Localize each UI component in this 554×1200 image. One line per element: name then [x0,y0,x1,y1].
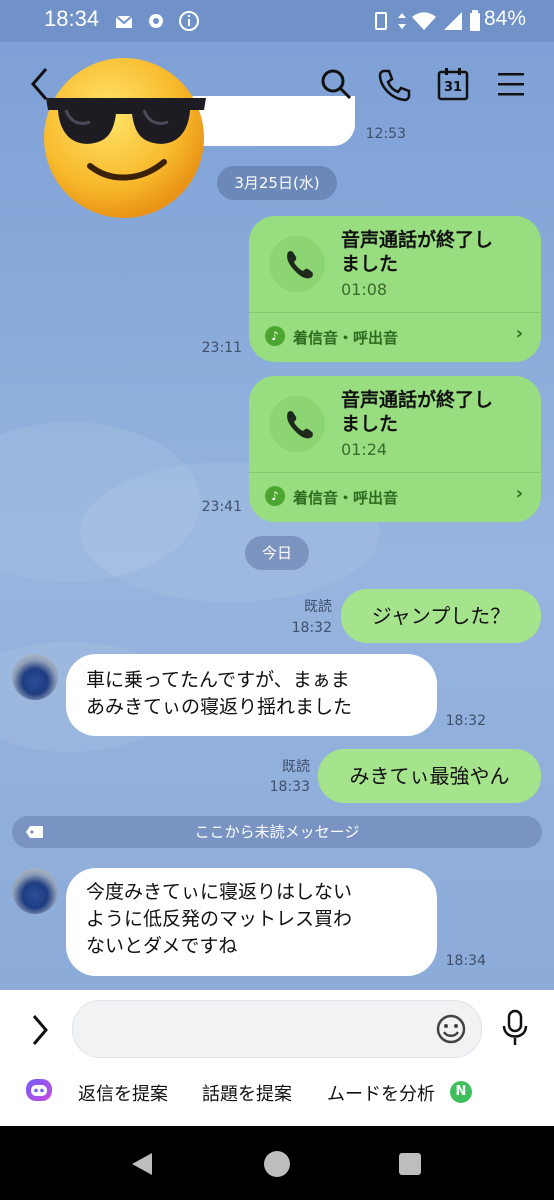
new-badge: N [450,1081,472,1103]
signal-icon [444,12,462,30]
unread-label: ここから未読メッセージ [194,823,360,841]
microphone-icon[interactable] [500,1008,530,1048]
music-note-icon: ♪ [265,326,285,346]
read-receipt: 既読 [304,599,332,615]
system-nav-bar [0,1126,554,1200]
message-time: 12:53 [365,126,406,142]
chevron-right-icon: › [515,483,523,504]
contact-avatar[interactable] [12,868,58,914]
emoji-smiley-icon[interactable] [435,1013,467,1045]
sent-message-bubble[interactable]: ジャンプした？ [341,589,541,643]
expand-chevron-icon[interactable] [28,1012,52,1048]
settings-gear-icon [149,14,163,28]
analyze-mood-button[interactable]: ムードを分析 [327,1080,435,1106]
call-duration: 01:08 [341,280,388,299]
contact-avatar[interactable] [12,654,58,700]
divider [249,472,541,473]
message-text-line: ように低反発のマットレス買わ [86,908,353,930]
ringtone-link[interactable]: 着信音・呼出音 [293,487,398,508]
message-input[interactable] [72,1000,482,1058]
mail-notification-icon [115,15,133,28]
nav-recents-icon[interactable] [396,1150,424,1178]
chevron-right-icon: › [515,323,523,344]
wifi-icon [412,12,436,30]
battery-icon [470,10,480,31]
received-message-bubble[interactable]: 車に乗ってたんですが、まぁま あみきてぃの寝返り揺れました [66,654,437,736]
call-icon[interactable] [376,66,412,102]
message-time: 23:11 [201,340,242,356]
received-message-bubble[interactable]: 今度みきてぃに寝返りはしない ように低反発のマットレス買わ ないとダメですね [66,868,437,976]
date-divider: 3月25日(水) [217,166,337,200]
ai-assistant-icon[interactable] [24,1076,54,1106]
call-title: 音声通話が終了しました [341,389,494,435]
read-receipt: 既読 [282,759,310,775]
status-time: 18:34 [44,6,100,31]
message-text-line: 今度みきてぃに寝返りはしない [86,881,353,903]
call-icon-circle [269,396,325,452]
input-bar: 返信を提案 話題を提案 ムードを分析 N [0,990,554,1126]
suggest-topic-button[interactable]: 話題を提案 [202,1080,292,1106]
sent-message-bubble[interactable]: みきてぃ最強やん [318,749,541,803]
music-note-icon: ♪ [265,486,285,506]
unread-divider: ここから未読メッセージ [12,816,542,848]
calendar-day: 31 [443,80,463,95]
suggest-reply-button[interactable]: 返信を提案 [78,1080,168,1106]
status-bar: 18:34 84% [0,0,554,42]
data-arrows-icon [398,13,406,29]
info-icon [179,11,199,31]
voice-call-card[interactable]: 音声通話が終了しました 01:24 ♪ 着信音・呼出音 › [249,376,541,522]
message-time: 23:41 [201,499,242,515]
date-divider: 今日 [245,536,309,570]
call-icon-circle [269,236,325,292]
battery-percent: 84% [483,7,526,30]
menu-icon[interactable] [496,70,526,98]
message-text-line: あみきてぃの寝返り揺れました [86,696,353,718]
search-icon[interactable] [318,66,354,102]
phone-icon [287,251,313,279]
message-time: 18:32 [291,620,332,636]
divider [249,312,541,313]
message-text-line: ないとダメですね [86,935,238,957]
message-time: 18:32 [445,713,486,729]
message-text-field[interactable] [93,1015,437,1045]
vibrate-icon [375,12,387,30]
phone-icon [287,411,313,439]
voice-call-card[interactable]: 音声通話が終了しました 01:08 ♪ 着信音・呼出音 › [249,216,541,362]
call-duration: 01:24 [341,440,388,459]
message-time: 18:33 [269,779,310,795]
nav-back-icon[interactable] [128,1150,156,1178]
call-title: 音声通話が終了しました [341,229,494,275]
sunglasses-emoji-sticker [44,58,206,218]
message-text-line: 車に乗ってたんですが、まぁま [86,669,350,691]
nav-home-icon[interactable] [262,1149,292,1179]
ringtone-link[interactable]: 着信音・呼出音 [293,327,398,348]
message-time: 18:34 [445,953,486,969]
